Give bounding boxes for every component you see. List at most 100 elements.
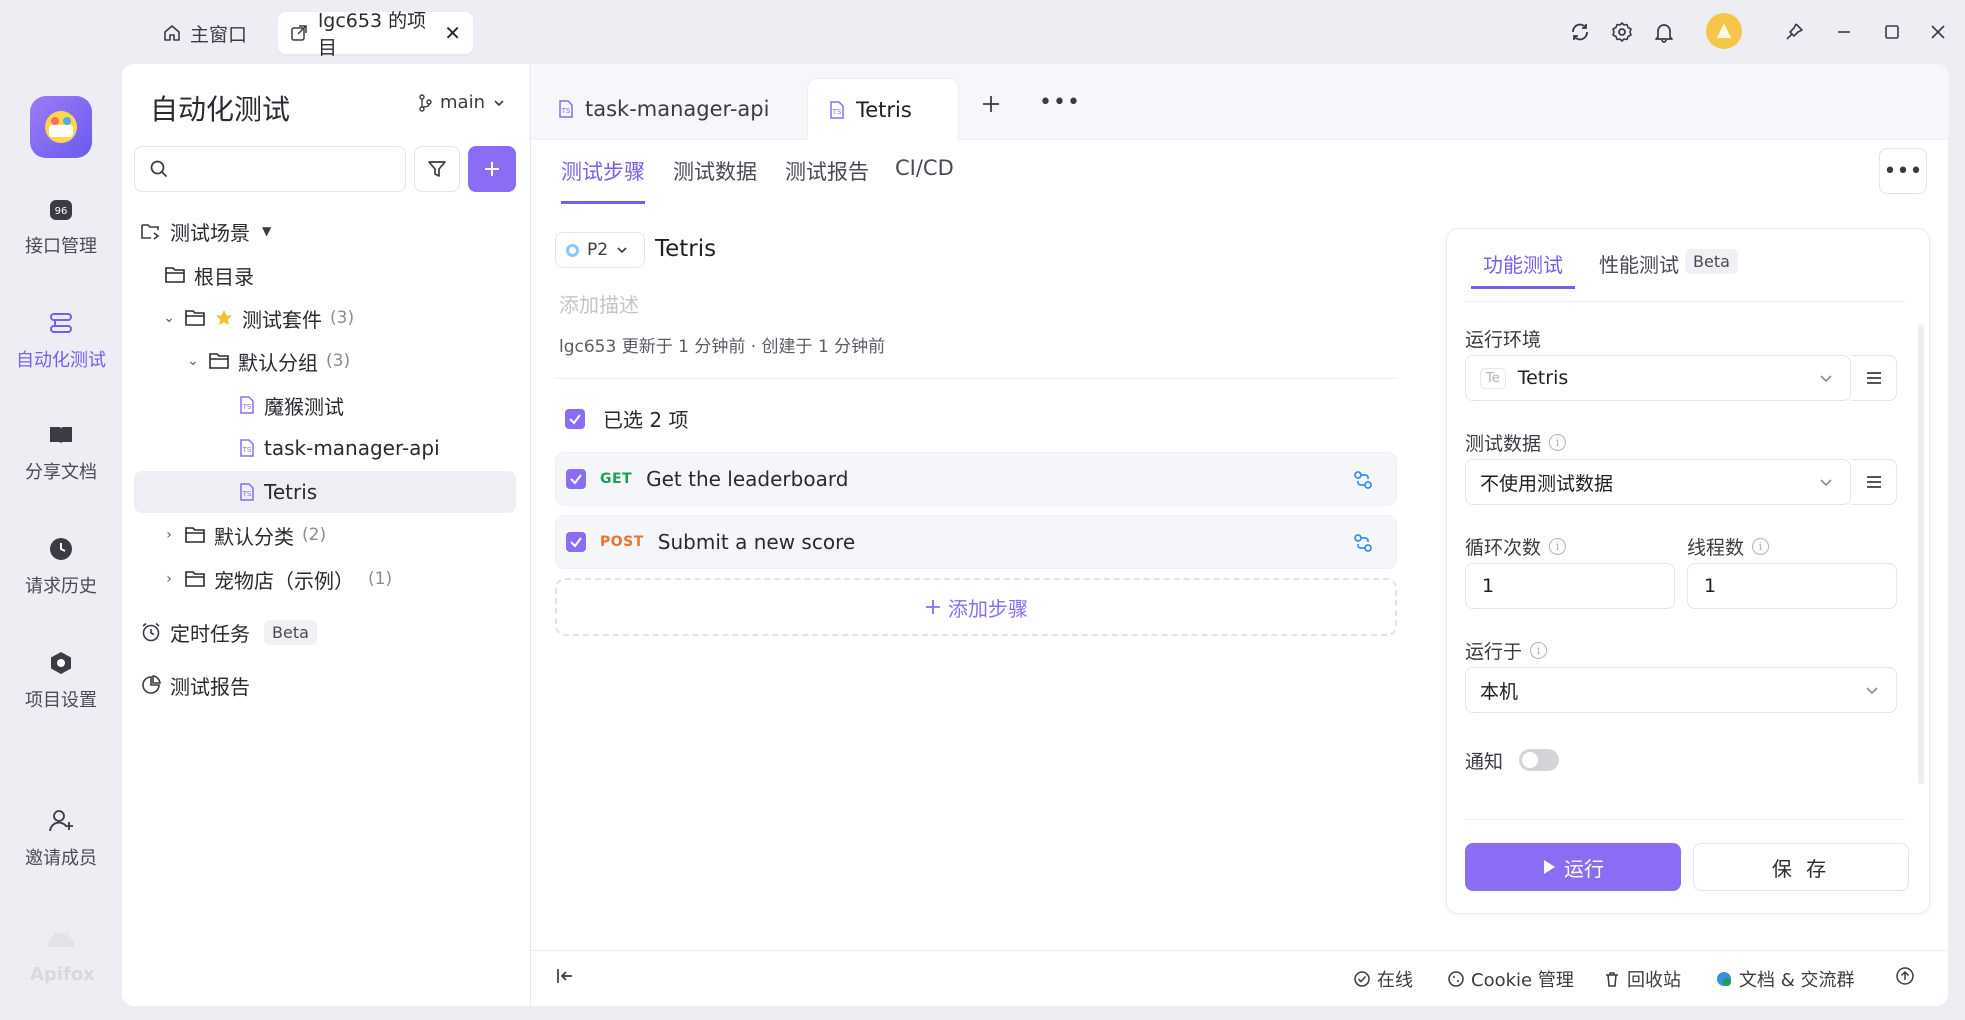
test-data-manage-button[interactable] <box>1851 459 1897 505</box>
info-icon[interactable]: i <box>1549 434 1567 451</box>
pin-icon[interactable] <box>1780 18 1808 46</box>
scroll-top-button[interactable] <box>1895 966 1915 986</box>
tab-test-data[interactable]: 测试数据 <box>673 156 757 204</box>
svg-text:TS: TS <box>242 446 252 454</box>
cookie-manager[interactable]: Cookie 管理 <box>1447 966 1574 992</box>
divider <box>1465 301 1905 302</box>
info-icon[interactable]: i <box>1530 642 1548 659</box>
beta-badge: Beta <box>264 619 317 645</box>
title-bar: 主窗口 lgc653 的项目 ✕ <box>0 0 1965 64</box>
home-tab[interactable]: 主窗口 <box>150 14 259 52</box>
thread-count-input[interactable]: 1 <box>1687 563 1897 609</box>
tree-node-case-selected[interactable]: TS Tetris <box>134 471 516 513</box>
tree-node-group[interactable]: ⌄ 默认分组 (3) <box>122 340 530 382</box>
tree-node-suite[interactable]: ⌄ 测试套件 (3) <box>122 297 530 339</box>
gear-icon[interactable] <box>1608 18 1636 46</box>
trash-label: 回收站 <box>1627 970 1681 991</box>
loop-count-input[interactable]: 1 <box>1465 563 1675 609</box>
tree-node-case[interactable]: TS task-manager-api <box>122 427 530 469</box>
tab-test-report[interactable]: 测试报告 <box>785 156 869 204</box>
add-step-button[interactable]: 添加步骤 <box>555 578 1397 636</box>
link-icon[interactable] <box>1352 532 1374 554</box>
rail-item-settings[interactable]: 项目设置 <box>0 648 122 712</box>
scenario-folder-icon <box>140 221 162 241</box>
rail-item-history[interactable]: 请求历史 <box>0 534 122 598</box>
window-close-icon[interactable] <box>1924 18 1952 46</box>
notify-toggle[interactable] <box>1519 749 1559 771</box>
step-row[interactable]: GET Get the leaderboard <box>555 452 1397 506</box>
rail-item-invite[interactable]: 邀请成员 <box>0 806 122 870</box>
online-label: 在线 <box>1377 970 1413 991</box>
tree-node-petstore[interactable]: › 宠物店（示例） (1) <box>122 558 530 600</box>
runon-select[interactable]: 本机 <box>1465 667 1897 713</box>
chevron-down-icon[interactable]: ⌄ <box>186 353 200 369</box>
folder-icon <box>208 351 230 371</box>
rail-item-api[interactable]: 96 接口管理 <box>0 194 122 258</box>
info-icon[interactable]: i <box>1752 538 1770 555</box>
tab-performance-test[interactable]: 性能测试 Beta <box>1599 249 1738 289</box>
node-label: 测试套件 <box>242 307 322 332</box>
docs-community[interactable]: 文档 & 交流群 <box>1715 966 1854 992</box>
tree-section-reports[interactable]: 测试报告 <box>122 664 530 706</box>
minimize-icon[interactable] <box>1830 18 1858 46</box>
env-select[interactable]: Te Tetris <box>1465 355 1851 401</box>
filter-button[interactable] <box>414 146 460 192</box>
bell-icon[interactable] <box>1650 18 1678 46</box>
doc-tab-active[interactable]: TS Tetris <box>807 78 959 140</box>
save-button[interactable]: 保 存 <box>1693 843 1909 891</box>
doc-tab[interactable]: TS task-manager-api <box>537 78 789 140</box>
rail-item-label: 分享文档 <box>25 462 97 483</box>
runon-label: 运行于 <box>1465 641 1523 663</box>
chevron-down-icon <box>493 97 505 109</box>
search-input[interactable] <box>179 158 411 180</box>
tree-node-case[interactable]: TS 魔猴测试 <box>122 384 530 426</box>
chevron-right-icon[interactable]: › <box>162 527 176 543</box>
run-button[interactable]: 运行 <box>1465 843 1681 891</box>
avatar[interactable] <box>1706 13 1742 49</box>
tree-section-scheduled[interactable]: 定时任务 Beta <box>122 611 530 653</box>
http-method-badge: GET <box>600 471 633 487</box>
step-row[interactable]: POST Submit a new score <box>555 515 1397 569</box>
description-field[interactable]: 添加描述 <box>559 289 639 318</box>
checkbox-checked-icon[interactable] <box>566 532 586 552</box>
env-manage-button[interactable] <box>1851 355 1897 401</box>
collapse-sidebar-button[interactable] <box>555 966 575 986</box>
link-icon[interactable] <box>1352 469 1374 491</box>
more-options-button[interactable]: ••• <box>1879 148 1927 194</box>
test-data-value: 不使用测试数据 <box>1480 472 1614 495</box>
online-status[interactable]: 在线 <box>1353 966 1413 992</box>
select-all-row[interactable]: 已选 2 项 <box>565 404 688 433</box>
rail-item-automation[interactable]: 自动化测试 <box>0 308 122 372</box>
tree-node-default-cat[interactable]: › 默认分类 (2) <box>122 514 530 556</box>
info-icon[interactable]: i <box>1549 538 1567 555</box>
tree-section-scenarios[interactable]: 测试场景 ▼ <box>122 210 530 252</box>
checkbox-checked-icon[interactable] <box>565 408 585 429</box>
maximize-icon[interactable] <box>1878 18 1906 46</box>
rail-item-label: 自动化测试 <box>16 350 106 371</box>
tree-node-root[interactable]: 根目录 <box>122 254 530 296</box>
chevron-right-icon[interactable]: › <box>162 571 176 587</box>
rail-item-docs[interactable]: 分享文档 <box>0 420 122 484</box>
refresh-icon[interactable] <box>1566 18 1594 46</box>
branch-selector[interactable]: main <box>418 92 505 113</box>
new-tab-button[interactable] <box>979 92 1003 116</box>
tab-cicd[interactable]: CI/CD <box>895 156 954 204</box>
automation-icon <box>46 308 76 338</box>
chevron-down-icon[interactable]: ⌄ <box>162 310 176 326</box>
project-tab[interactable]: lgc653 的项目 ✕ <box>278 10 473 59</box>
scrollbar[interactable] <box>1918 324 1924 784</box>
add-button[interactable] <box>468 146 516 192</box>
close-icon[interactable]: ✕ <box>444 21 461 45</box>
checkbox-checked-icon[interactable] <box>566 469 586 489</box>
test-data-select[interactable]: 不使用测试数据 <box>1465 459 1851 505</box>
play-icon <box>1542 859 1556 875</box>
ts-file-icon: TS <box>557 99 575 119</box>
tab-steps[interactable]: 测试步骤 <box>561 156 645 204</box>
scenario-name[interactable]: Tetris <box>655 236 716 262</box>
priority-select[interactable]: P2 <box>555 232 645 268</box>
tab-functional-test[interactable]: 功能测试 <box>1471 249 1575 289</box>
trash-bin[interactable]: 回收站 <box>1603 966 1681 992</box>
search-box[interactable] <box>134 146 411 192</box>
node-label: 魔猴测试 <box>264 394 344 419</box>
more-tabs-icon[interactable]: ••• <box>1039 90 1081 115</box>
